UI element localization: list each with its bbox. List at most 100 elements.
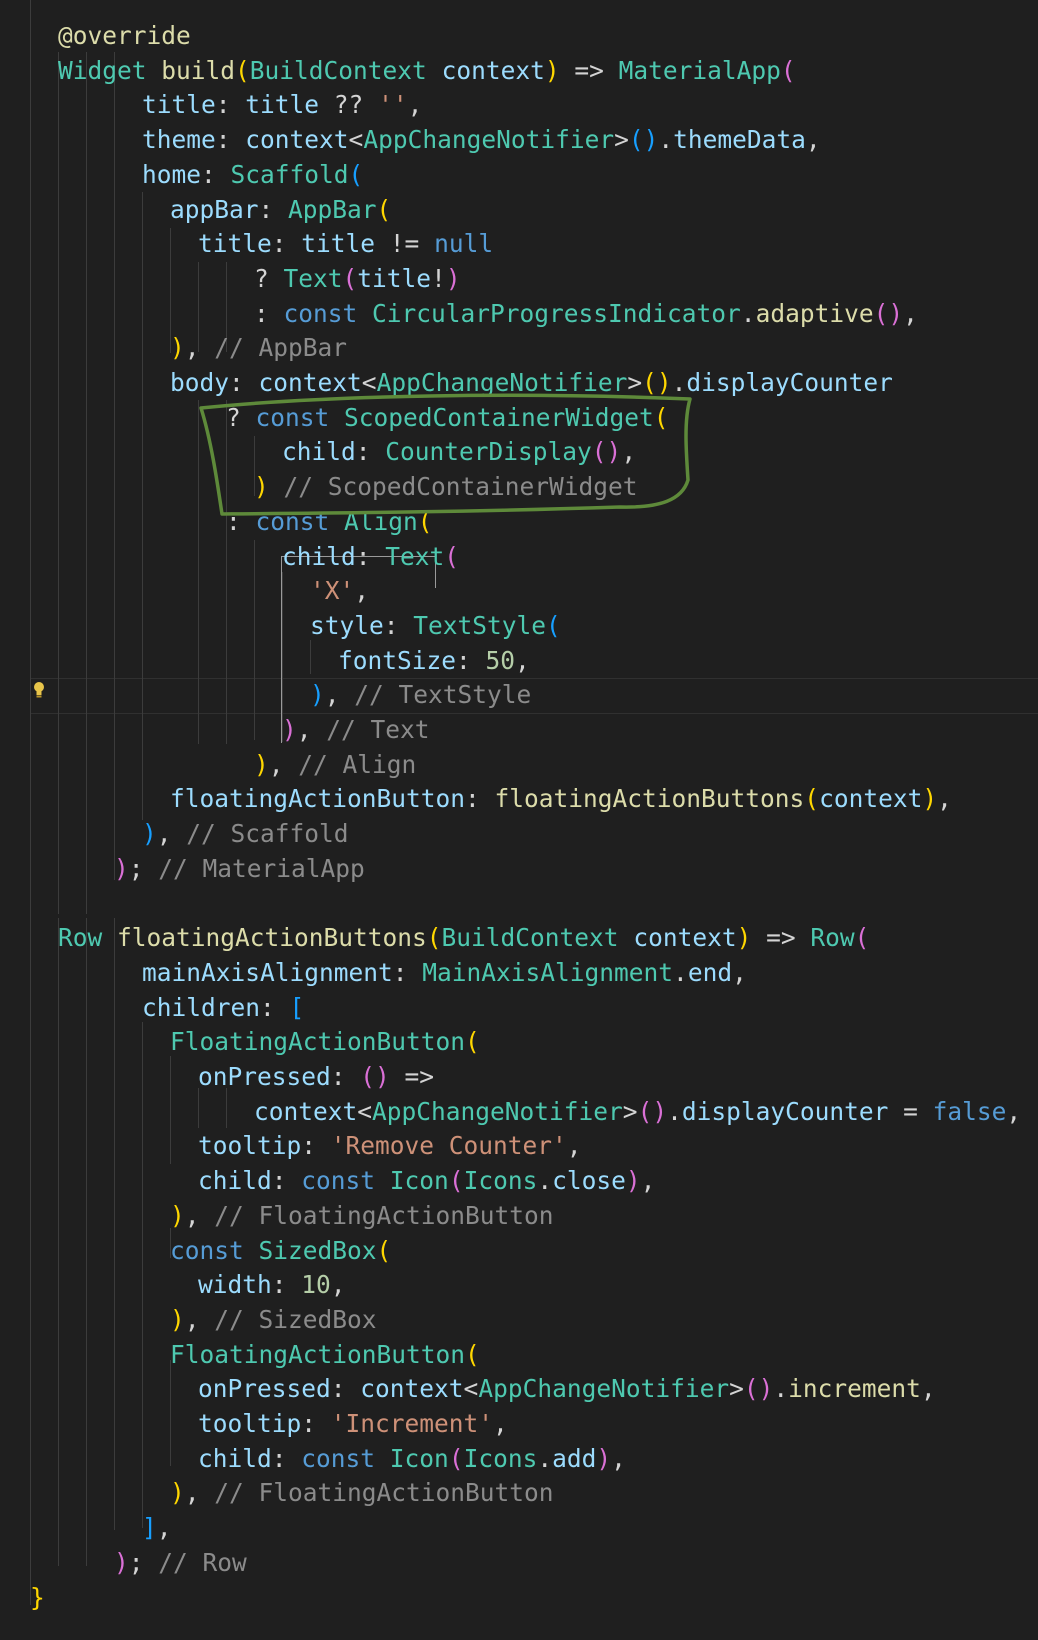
code-token: , [407, 90, 423, 120]
code-line[interactable]: ], [142, 1511, 172, 1546]
code-token: ) [445, 263, 461, 293]
code-token: : [330, 1062, 361, 1091]
code-token: : [392, 957, 423, 987]
code-line[interactable]: child: CounterDisplay(), [282, 435, 636, 470]
code-line[interactable]: title: title != null [198, 227, 493, 262]
code-line[interactable]: const SizedBox( [170, 1234, 391, 1269]
code-token: ) [922, 784, 938, 814]
code-line[interactable]: ), // Scaffold [142, 817, 349, 852]
code-line[interactable]: ) // ScopedContainerWidget [254, 470, 638, 505]
code-line[interactable]: child: const Icon(Icons.add), [198, 1442, 626, 1477]
code-line[interactable]: 'X', [310, 574, 369, 609]
code-token: context [254, 1096, 358, 1126]
code-line[interactable]: ), // FloatingActionButton [170, 1199, 554, 1234]
code-token: ; [128, 853, 159, 883]
code-line[interactable]: onPressed: () => [198, 1060, 434, 1095]
code-line[interactable]: ); // MaterialApp [114, 852, 365, 887]
code-token: title [142, 90, 216, 120]
code-token: home [142, 159, 202, 189]
code-token: AppChangeNotifier [376, 368, 628, 397]
code-token: > [627, 368, 643, 397]
code-token: title [301, 229, 390, 259]
code-token: [ [289, 992, 305, 1022]
code-line[interactable]: ? const ScopedContainerWidget( [226, 401, 669, 436]
code-token: ScopedContainerWidget [344, 402, 654, 432]
code-line[interactable]: width: 10, [198, 1268, 346, 1303]
code-token: Row [810, 923, 855, 953]
indent-guide [58, 52, 59, 914]
code-line[interactable]: home: Scaffold( [142, 158, 363, 193]
code-token: @override [58, 21, 191, 50]
code-token: ) [596, 1443, 612, 1473]
lightbulb-icon[interactable] [31, 680, 47, 700]
code-token: Icons [463, 1443, 538, 1473]
code-line[interactable]: child: Text( [282, 540, 459, 575]
code-line[interactable]: appBar: AppBar( [170, 193, 391, 228]
code-line[interactable]: ), // FloatingActionButton [170, 1476, 554, 1511]
code-token: , [805, 125, 821, 155]
code-token: BuildContext [441, 923, 634, 953]
code-line[interactable]: title: title ?? '', [142, 88, 422, 123]
code-line[interactable]: FloatingActionButton( [170, 1025, 480, 1060]
code-line[interactable]: body: context<AppChangeNotifier>().displ… [170, 366, 893, 401]
code-token: body [170, 368, 230, 397]
code-line[interactable]: context<AppChangeNotifier>().displayCoun… [254, 1095, 1021, 1130]
code-line[interactable]: FloatingActionButton( [170, 1338, 480, 1373]
code-token: != [389, 229, 435, 259]
code-line[interactable]: mainAxisAlignment: MainAxisAlignment.end… [142, 956, 747, 991]
code-line[interactable]: ), // Align [254, 748, 416, 783]
code-token: 'Increment' [330, 1409, 494, 1438]
code-token: mainAxisAlignment [142, 957, 393, 987]
code-token: // FloatingActionButton [214, 1478, 554, 1508]
code-token: = [903, 1096, 933, 1126]
code-token: // ScopedContainerWidget [283, 472, 638, 502]
code-token: context [245, 125, 349, 155]
code-line[interactable]: @override [58, 19, 191, 54]
code-token: > [622, 1096, 638, 1126]
code-token: , [937, 784, 952, 814]
code-token: close [552, 1166, 626, 1196]
code-token: build [161, 55, 236, 85]
code-token: : [215, 125, 246, 155]
code-line[interactable]: : const CircularProgressIndicator.adapti… [254, 297, 918, 332]
code-line[interactable]: } [30, 1581, 45, 1616]
code-line[interactable]: ), // TextStyle [310, 678, 531, 713]
code-line[interactable]: ? Text(title!) [254, 262, 461, 297]
code-token: ? [226, 402, 256, 432]
code-token: => [766, 923, 811, 953]
code-line[interactable]: onPressed: context<AppChangeNotifier>().… [198, 1372, 936, 1407]
code-token: ( [448, 1443, 464, 1473]
code-token: : [355, 541, 386, 571]
code-token: ) [170, 333, 185, 363]
code-token: false [932, 1096, 1007, 1126]
code-token: AppChangeNotifier [363, 125, 615, 155]
code-line[interactable]: tooltip: 'Increment', [198, 1407, 508, 1442]
code-token: , [156, 1513, 172, 1543]
code-line[interactable]: fontSize: 50, [338, 644, 530, 679]
code-line[interactable]: style: TextStyle( [310, 609, 561, 644]
code-token: displayCounter [681, 1096, 904, 1126]
code-token: // Text [326, 715, 430, 744]
code-line[interactable]: Widget build(BuildContext context) => Ma… [58, 54, 796, 89]
code-line[interactable]: ), // AppBar [170, 331, 347, 366]
code-line[interactable]: theme: context<AppChangeNotifier>().them… [142, 123, 821, 158]
code-token: Scaffold [230, 159, 349, 189]
code-line[interactable]: ); // Row [114, 1546, 247, 1581]
code-line[interactable]: tooltip: 'Remove Counter', [198, 1129, 582, 1164]
code-token: ( [348, 159, 364, 189]
code-line[interactable]: Row floatingActionButtons(BuildContext c… [58, 921, 869, 956]
code-line[interactable]: floatingActionButton: floatingActionButt… [170, 782, 952, 817]
code-editor[interactable]: @override Widget build(BuildContext conte… [0, 0, 1038, 1640]
code-line[interactable]: : const Align( [226, 505, 433, 540]
code-token: context [441, 55, 545, 85]
code-line[interactable]: ), // SizedBox [170, 1303, 377, 1338]
code-token: < [348, 125, 364, 155]
code-line[interactable]: children: [ [142, 991, 304, 1026]
code-line[interactable]: ), // Text [282, 713, 430, 748]
code-token: => [404, 1062, 435, 1091]
code-token: const [255, 506, 345, 536]
code-token: . [658, 125, 674, 155]
code-token: Icons [463, 1166, 538, 1196]
code-line[interactable]: child: const Icon(Icons.close), [198, 1164, 655, 1199]
code-token: Icon [389, 1166, 449, 1196]
